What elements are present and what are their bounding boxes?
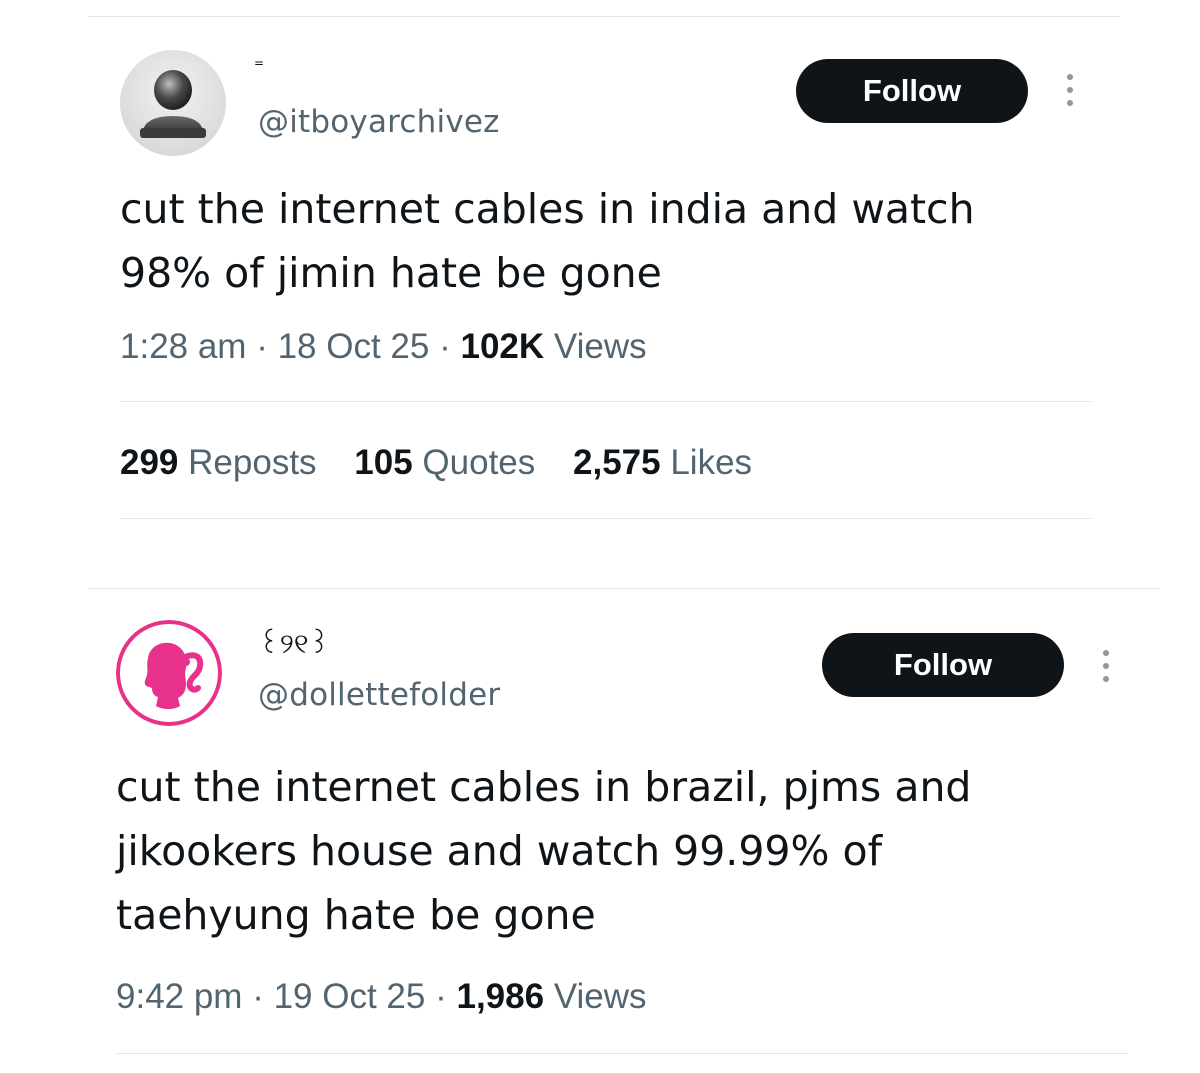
tweet-text-line: cut the internet cables in brazil, pjms …: [116, 763, 972, 811]
more-options-icon[interactable]: [1100, 650, 1112, 682]
engagement-stats: 299 Reposts 105 Quotes 2,575 Likes: [120, 443, 780, 483]
tweet-text-line: jikookers house and watch 99.99% of: [116, 827, 883, 875]
likes-count: 2,575: [573, 443, 661, 482]
separator: ·: [439, 327, 451, 366]
tweet-text-line: taehyung hate be gone: [116, 891, 596, 939]
tweet-text: cut the internet cables in brazil, pjms …: [116, 755, 971, 947]
likes-stat[interactable]: 2,575 Likes: [573, 443, 752, 482]
tweet-meta: 9:42 pm · 19 Oct 25 · 1,986 Views: [116, 977, 647, 1017]
tweet-divider: [116, 1053, 1128, 1054]
quotes-count: 105: [354, 443, 413, 482]
follow-button[interactable]: Follow: [796, 59, 1028, 123]
tweet-divider: [120, 401, 1092, 402]
tweet-divider: [120, 518, 1092, 519]
reposts-count: 299: [120, 443, 179, 482]
more-options-icon[interactable]: [1064, 74, 1076, 106]
reposts-stat[interactable]: 299 Reposts: [120, 443, 317, 482]
separator: ·: [435, 977, 447, 1016]
display-name[interactable]: ꒰୨୧꒱: [258, 628, 330, 660]
separator: ·: [256, 327, 268, 366]
quotes-label: Quotes: [422, 443, 536, 482]
tweet-meta: 1:28 am · 18 Oct 25 · 102K Views: [120, 327, 647, 367]
views-count[interactable]: 102K: [460, 327, 544, 366]
tweet-text: cut the internet cables in india and wat…: [120, 177, 975, 305]
tweet-text-line: 98% of jimin hate be gone: [120, 249, 662, 297]
top-divider: [88, 16, 1120, 17]
tweet-time[interactable]: 9:42 pm: [116, 977, 242, 1016]
default-avatar-icon: [120, 50, 226, 156]
tweet-time[interactable]: 1:28 am: [120, 327, 246, 366]
reposts-label: Reposts: [188, 443, 317, 482]
quotes-stat[interactable]: 105 Quotes: [354, 443, 535, 482]
follow-button[interactable]: Follow: [822, 633, 1064, 697]
views-label[interactable]: Views: [554, 327, 647, 366]
display-name[interactable]: =: [254, 56, 264, 70]
section-divider: [88, 588, 1160, 589]
tweet-date[interactable]: 18 Oct 25: [278, 327, 430, 366]
handle[interactable]: @dollettefolder: [258, 677, 500, 713]
handle[interactable]: @itboyarchivez: [258, 104, 500, 140]
tweet-date[interactable]: 19 Oct 25: [274, 977, 426, 1016]
barbie-logo-icon: [116, 620, 222, 726]
separator: ·: [252, 977, 264, 1016]
views-count[interactable]: 1,986: [456, 977, 544, 1016]
avatar[interactable]: [120, 50, 226, 156]
views-label[interactable]: Views: [554, 977, 647, 1016]
likes-label: Likes: [670, 443, 753, 482]
tweet-text-line: cut the internet cables in india and wat…: [120, 185, 975, 233]
avatar[interactable]: [116, 620, 222, 726]
